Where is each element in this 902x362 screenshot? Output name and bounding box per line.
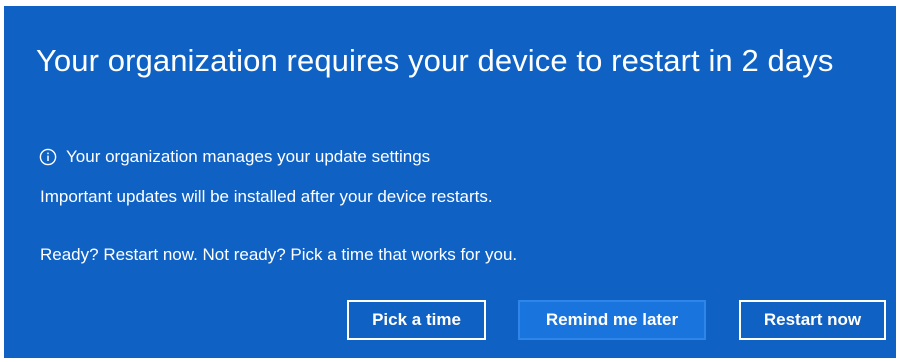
ready-prompt-text: Ready? Restart now. Not ready? Pick a ti…	[40, 245, 518, 264]
restart-notification-dialog: Your organization requires your device t…	[4, 6, 896, 358]
managed-notice-text: Your organization manages your update se…	[66, 147, 431, 166]
important-updates-text: Important updates will be installed afte…	[40, 187, 493, 206]
remind-me-later-button[interactable]: Remind me later	[518, 300, 706, 340]
pick-a-time-button[interactable]: Pick a time	[347, 300, 486, 340]
dialog-title: Your organization requires your device t…	[36, 43, 834, 78]
info-icon	[39, 148, 57, 166]
restart-now-button[interactable]: Restart now	[739, 300, 886, 340]
managed-notice: Your organization manages your update se…	[39, 146, 430, 168]
